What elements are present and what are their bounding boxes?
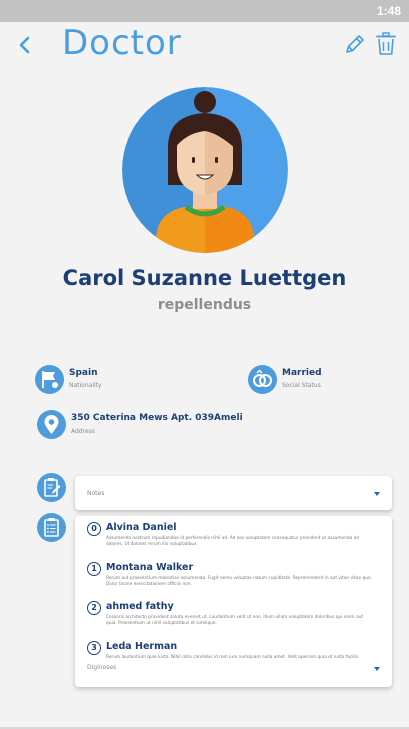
diagnoses-dropdown[interactable]: 0 Alvina Daniel Assumenda nostrum repudi… [75, 516, 392, 687]
profile-name: Carol Suzanne Luettgen [62, 266, 347, 290]
notes-label: Notes [87, 490, 105, 497]
social-status-value: Married [282, 368, 322, 378]
diagnosis-name: Montana Walker [106, 562, 194, 573]
clipboard-pen-icon [44, 478, 61, 497]
social-status-label: Social Status [282, 382, 321, 389]
address-icon-badge [37, 410, 66, 439]
trash-icon [376, 32, 396, 55]
nationality-icon-badge [35, 365, 64, 394]
diagnosis-index: 0 [87, 522, 101, 536]
diagnosis-description: Assumenda nostrum repudiandae id perfere… [106, 536, 360, 547]
nationality-value: Spain [69, 368, 98, 378]
chevron-left-icon [19, 36, 30, 54]
page-title: Doctor [62, 23, 182, 63]
diagnoses-icon-badge [37, 513, 66, 542]
app-bar: Doctor [0, 22, 409, 68]
doctor-avatar-illustration [122, 87, 288, 253]
status-bar: 1:48 [0, 0, 409, 22]
rings-icon [253, 369, 272, 387]
diagnoses-label: Diginoses [87, 664, 117, 671]
diagnosis-name: ahmed fathy [106, 601, 174, 612]
clipboard-list-icon [44, 518, 59, 537]
pencil-icon [346, 35, 364, 53]
diagnosis-name: Alvina Daniel [106, 522, 177, 533]
profile-subtitle: repellendus [157, 297, 252, 313]
edit-button[interactable] [343, 32, 367, 56]
chevron-down-icon [374, 667, 380, 671]
avatar [122, 87, 288, 253]
diagnosis-description: Corporis architecto provident soluta eve… [106, 615, 364, 626]
diagnosis-description: Rerum laudantium quia iusto. Nihil ratio… [106, 655, 360, 660]
delete-button[interactable] [374, 31, 398, 57]
address-label: Address [71, 428, 95, 435]
diagnosis-index: 3 [87, 641, 101, 655]
location-pin-icon [44, 415, 59, 434]
diagnosis-index: 1 [87, 562, 101, 576]
chevron-down-icon [374, 492, 380, 496]
notes-dropdown[interactable]: Notes [75, 476, 392, 510]
nationality-label: Nationality [69, 382, 102, 389]
diagnosis-index: 2 [87, 601, 101, 615]
social-status-icon-badge [248, 365, 277, 394]
address-value: 350 Caterina Mews Apt. 039Ameli [71, 413, 243, 423]
diagnosis-description: Rerum aut praesentium molestias assumend… [106, 576, 372, 587]
back-button[interactable] [14, 32, 38, 58]
notes-icon-badge [37, 473, 66, 502]
status-time: 1:48 [376, 4, 401, 18]
flag-icon [42, 371, 58, 388]
diagnosis-name: Leda Herman [106, 641, 178, 652]
